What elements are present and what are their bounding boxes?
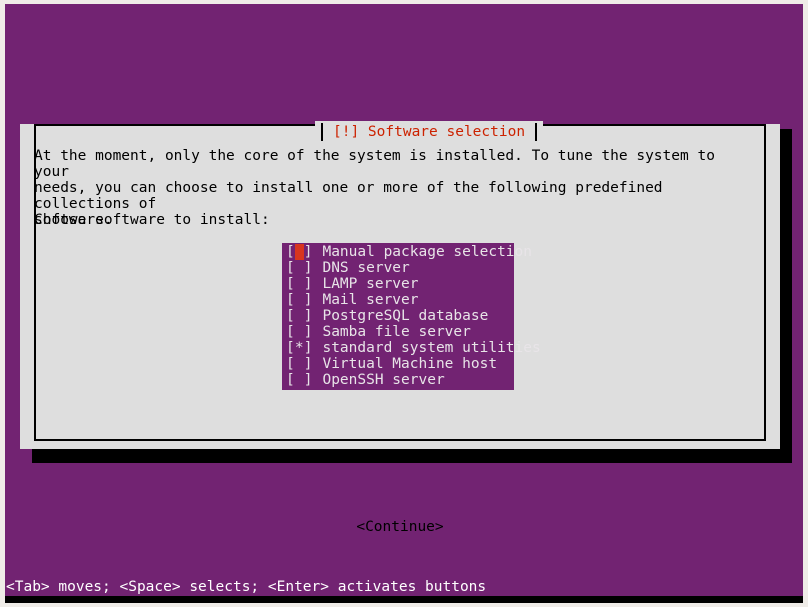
checkbox[interactable]: [*] — [286, 340, 312, 356]
checkbox-bracket-right: ] — [303, 260, 313, 276]
dialog-prompt: Choose software to install: — [34, 212, 270, 228]
checkbox-empty — [295, 308, 304, 324]
title-tick-right — [535, 123, 538, 141]
list-item[interactable]: [ ] Virtual Machine host — [282, 356, 514, 372]
list-item[interactable]: [ ] LAMP server — [282, 276, 514, 292]
checkbox-empty — [295, 276, 304, 292]
checkbox-bracket-left: [ — [286, 324, 295, 340]
checkbox-bracket-right: ] — [303, 356, 313, 372]
list-item-label: PostgreSQL database — [322, 308, 489, 324]
checkbox[interactable]: [ ] — [286, 244, 312, 260]
checkbox-empty — [295, 260, 304, 276]
list-item-label: DNS server — [322, 260, 410, 276]
keyboard-hint-bar: <Tab> moves; <Space> selects; <Enter> ac… — [5, 578, 803, 596]
list-item-label: standard system utilities — [322, 340, 541, 356]
list-item[interactable]: [ ] Mail server — [282, 292, 514, 308]
list-item-label: LAMP server — [322, 276, 419, 292]
checkbox-bracket-left: [ — [286, 372, 295, 388]
checkbox-bracket-left: [ — [286, 292, 295, 308]
checkbox-bracket-right: ] — [303, 324, 313, 340]
continue-button[interactable]: <Continue> — [20, 519, 780, 535]
list-item-label: OpenSSH server — [322, 372, 445, 388]
checkbox-bracket-right: ] — [303, 244, 313, 260]
installer-screen: [!] Software selection <Continue> At the… — [0, 0, 808, 607]
checkbox-empty — [294, 244, 304, 260]
list-item-label: Samba file server — [322, 324, 471, 340]
checkbox-bracket-left: [ — [286, 356, 295, 372]
page-title: [!] Software selection — [333, 123, 526, 140]
checkbox-empty — [295, 292, 304, 308]
list-item-label: Mail server — [322, 292, 419, 308]
checkbox-bracket-right: ] — [303, 372, 313, 388]
checkbox[interactable]: [ ] — [286, 260, 312, 276]
list-item-label: Virtual Machine host — [322, 356, 498, 372]
software-selection-list[interactable]: [ ] Manual package selection [ ] DNS server… — [282, 243, 541, 390]
checkbox[interactable]: [ ] — [286, 372, 312, 388]
checkbox[interactable]: [ ] — [286, 356, 312, 372]
checkbox-bracket-left: [ — [286, 308, 295, 324]
checkbox[interactable]: [ ] — [286, 308, 312, 324]
checkbox-bracket-right: ] — [303, 308, 313, 324]
list-item[interactable]: [*] standard system utilities — [282, 340, 541, 356]
dialog-title-bar: [!] Software selection — [315, 121, 544, 143]
list-item[interactable]: [ ] Samba file server — [282, 324, 514, 340]
checkbox[interactable]: [ ] — [286, 276, 312, 292]
checkbox-bracket-left: [ — [286, 340, 295, 356]
list-item[interactable]: [ ] OpenSSH server — [282, 372, 514, 388]
checkbox-bracket-right: ] — [303, 276, 313, 292]
checkbox[interactable]: [ ] — [286, 292, 312, 308]
checkbox-bracket-right: ] — [303, 292, 313, 308]
checkbox-empty — [295, 372, 304, 388]
checkbox-empty — [295, 356, 304, 372]
checkbox-empty — [295, 324, 304, 340]
bottom-black-strip — [5, 596, 803, 603]
list-item-label: Manual package selection — [322, 244, 532, 260]
checkbox-bracket-left: [ — [286, 260, 295, 276]
list-item[interactable]: [ ] DNS server — [282, 260, 514, 276]
checkbox-bracket-left: [ — [286, 244, 295, 260]
checkbox-bracket-right: ] — [303, 340, 313, 356]
checkbox-bracket-left: [ — [286, 276, 295, 292]
list-item[interactable]: [ ] PostgreSQL database — [282, 308, 514, 324]
checkbox-mark: * — [294, 340, 304, 356]
checkbox[interactable]: [ ] — [286, 324, 312, 340]
list-item[interactable]: [ ] Manual package selection — [282, 244, 532, 260]
